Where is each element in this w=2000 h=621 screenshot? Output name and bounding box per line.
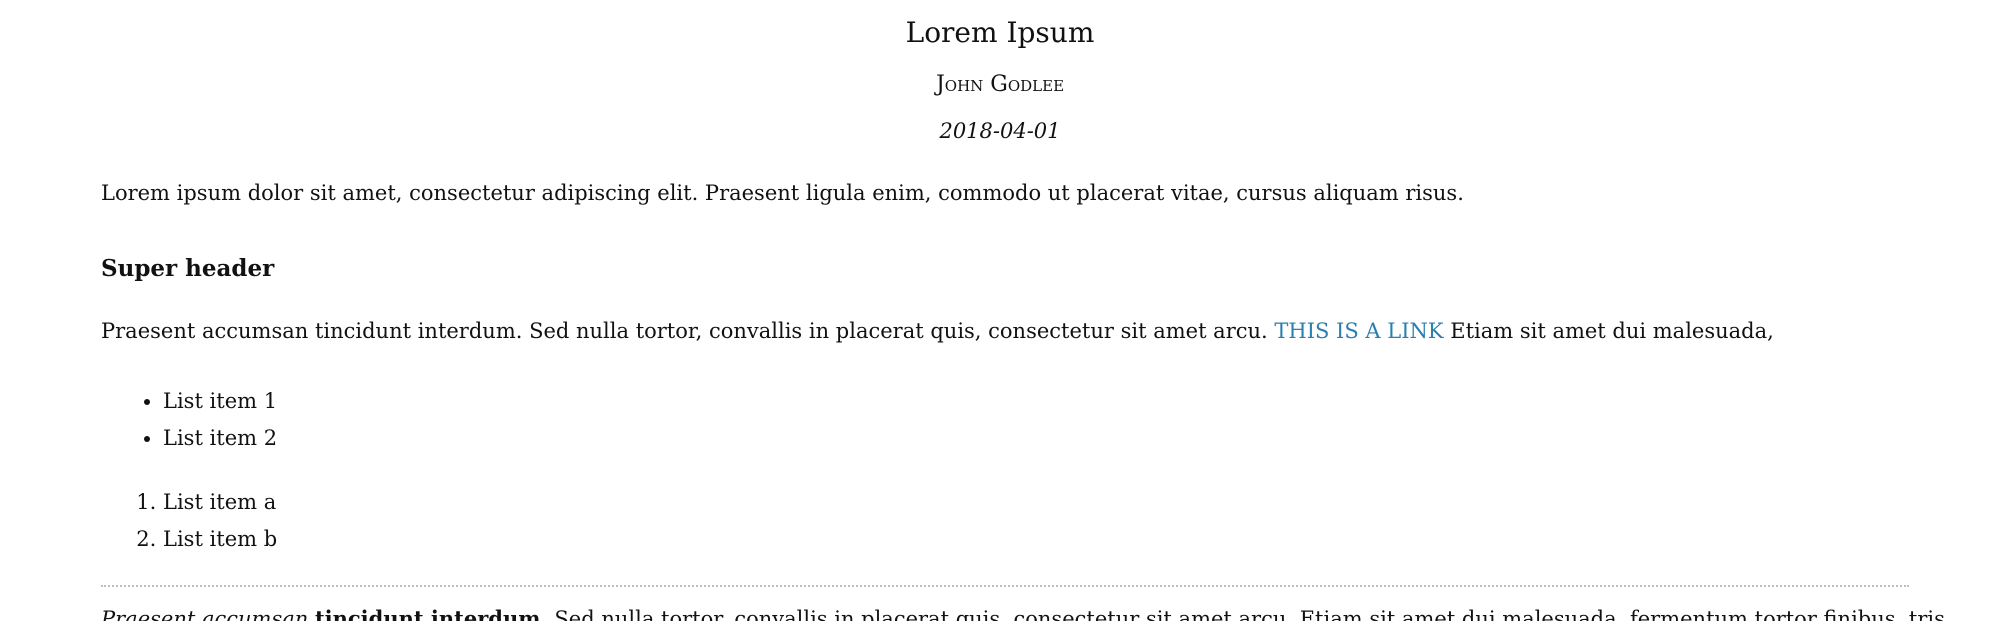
document-author: John Godlee (935, 72, 1065, 97)
document-page: Lorem Ipsum John Godlee 2018-04-01 Lorem… (0, 0, 2000, 621)
intro-paragraph: Lorem ipsum dolor sit amet, consectetur … (101, 181, 1464, 205)
trailing-paragraph: Praesent accumsan tincidunt interdum. Se… (101, 604, 1945, 621)
horizontal-divider (101, 585, 1909, 587)
document-date: 2018-04-01 (939, 119, 1061, 143)
bullet-list: List item 1 List item 2 (101, 383, 277, 457)
bold-text: tincidunt interdum. (314, 606, 548, 621)
list-item: List item b (163, 521, 277, 558)
paragraph-text: Sed nulla tortor, convallis in placerat … (547, 607, 1945, 621)
numbered-list: List item a List item b (101, 484, 277, 558)
list-item: List item 2 (163, 420, 277, 457)
paragraph-link[interactable]: THIS IS A LINK (1274, 319, 1443, 343)
body-paragraph: Praesent accumsan tincidunt interdum. Se… (101, 316, 1774, 346)
italic-text: Praesent accumsan (101, 607, 309, 621)
paragraph-text-after-link: Etiam sit amet dui malesuada, (1443, 319, 1774, 343)
paragraph-text-before-link: Praesent accumsan tincidunt interdum. Se… (101, 319, 1275, 343)
list-item: List item a (163, 484, 277, 521)
section-header: Super header (101, 255, 275, 282)
list-item: List item 1 (163, 383, 277, 420)
document-title: Lorem Ipsum (905, 16, 1095, 49)
